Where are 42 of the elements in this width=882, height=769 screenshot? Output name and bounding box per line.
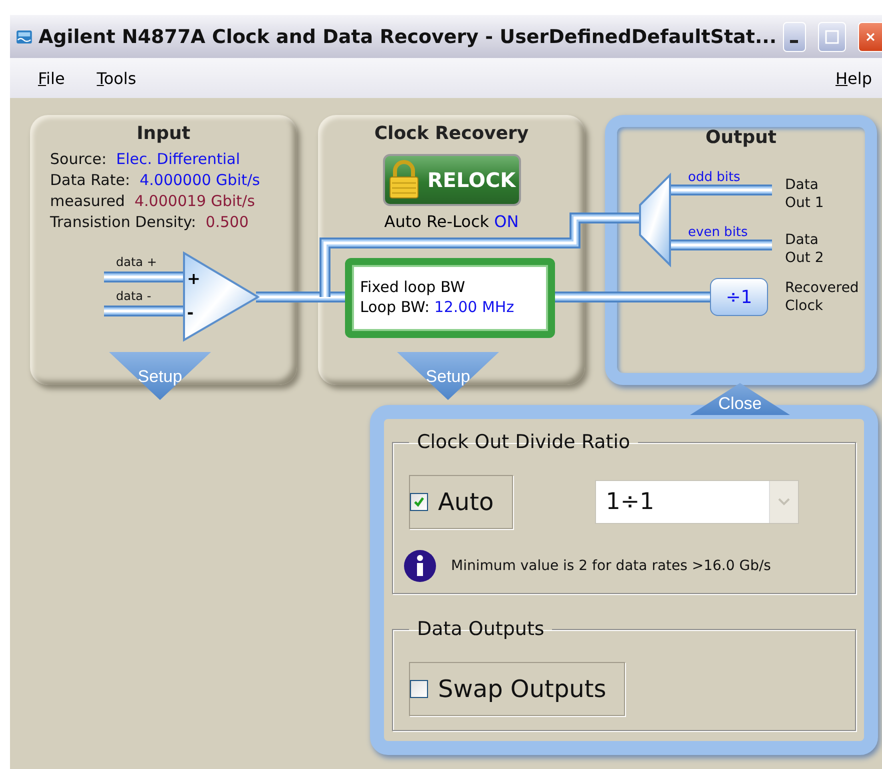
close-button[interactable] (858, 22, 882, 52)
loop-bandwidth: Loop BW: 12.00 MHz (360, 297, 516, 317)
panel-title: Output (705, 127, 777, 148)
output-name: Data Out 1 (785, 176, 824, 212)
checkbox-box[interactable] (410, 493, 428, 511)
checkbox[interactable]: Auto (409, 475, 513, 529)
amplifier-sign: - (187, 303, 194, 322)
window-title: Agilent N4877A Clock and Data Recovery - UserDefinedDefaultStat... (38, 26, 777, 48)
menu-item[interactable]: Help (836, 68, 872, 88)
input-label: data - (116, 289, 152, 303)
maximize-icon (825, 30, 839, 44)
checkbox[interactable]: Swap Outputs (409, 662, 626, 716)
group-title: Data Outputs (416, 618, 546, 640)
dropdown-value: 1÷1 (604, 488, 656, 517)
input-info-line: Transistion Density: 0.500 (50, 213, 250, 231)
padlock-icon (387, 160, 422, 200)
checkbox-box[interactable] (410, 680, 428, 698)
input-label: data + (116, 255, 157, 269)
menu-item[interactable]: File (38, 68, 81, 88)
amplifier-sign: + (187, 269, 200, 288)
minimize-icon (790, 40, 798, 43)
info-message: Minimum value is 2 for data rates >16.0 Gb/s (451, 558, 771, 574)
loop-mode: Fixed loop BW (360, 277, 466, 297)
menu-item[interactable]: Tools (96, 68, 152, 88)
group-title: Clock Out Divide Ratio (416, 431, 632, 453)
panel-title: Input (136, 123, 190, 144)
input-info-line: Source: Elec. Differential (50, 150, 242, 168)
info-icon (403, 549, 437, 583)
output-name: Recovered Clock (785, 279, 859, 315)
minimize-button[interactable] (782, 22, 806, 52)
panel-title: Clock Recovery (374, 123, 529, 144)
loop-bandwidth-box[interactable]: Fixed loop BW Loop BW: 12.00 MHz (345, 258, 555, 338)
wire-label: even bits (688, 225, 748, 240)
checkbox-label: Auto (438, 488, 494, 516)
auto-relock-status: Auto Re-Lock ON (384, 212, 519, 231)
clock-divider-button[interactable]: ÷1 (710, 278, 768, 316)
output-name: Data Out 2 (785, 231, 824, 267)
input-info-line: Data Rate: 4.000000 Gbit/s (50, 171, 260, 189)
checkbox-label: Swap Outputs (438, 675, 606, 703)
relock-button[interactable]: RELOCK (382, 154, 520, 206)
wire-label: odd bits (688, 170, 740, 185)
input-info-line: measured 4.000019 Gbit/s (50, 192, 256, 210)
